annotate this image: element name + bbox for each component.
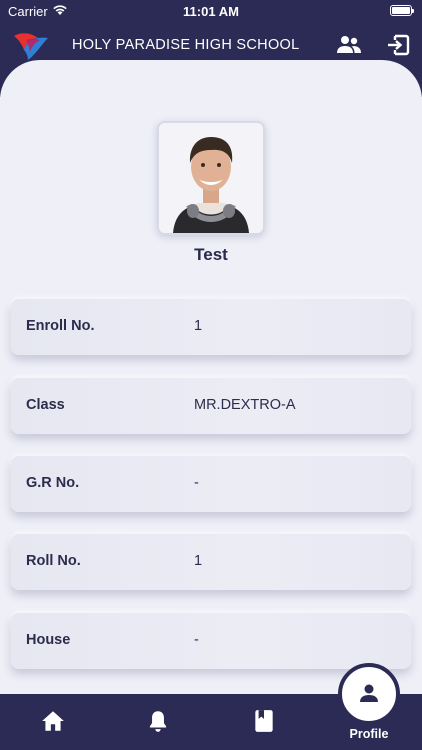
content-top-curve [0, 60, 422, 120]
detail-label: Class [26, 397, 65, 413]
detail-card-roll: Roll No. 1 [11, 534, 411, 590]
detail-value: 1 [194, 318, 203, 334]
school-name: HOLY PARADISE HIGH SCHOOL [72, 37, 300, 53]
nav-notifications-button[interactable] [145, 708, 171, 734]
detail-card-house: House - [11, 613, 411, 669]
detail-card-gr: G.R No. - [11, 456, 411, 512]
bell-icon [149, 711, 167, 732]
profile-icon [360, 684, 378, 702]
logout-icon [388, 34, 410, 56]
nav-profile-button[interactable] [338, 663, 400, 725]
logout-button[interactable] [386, 33, 412, 57]
nav-book-button[interactable] [251, 708, 277, 734]
book-icon [255, 710, 273, 732]
detail-label: Enroll No. [26, 318, 95, 334]
users-button[interactable] [336, 33, 362, 57]
detail-value: - [194, 475, 199, 491]
detail-card-class: Class MR.DEXTRO-A [11, 378, 411, 434]
status-bar: Carrier 11:01 AM [0, 0, 422, 24]
school-logo [14, 33, 48, 60]
detail-card-enroll: Enroll No. 1 [11, 299, 411, 355]
detail-value: MR.DEXTRO-A [194, 397, 296, 413]
detail-label: Roll No. [26, 553, 81, 569]
detail-value: 1 [194, 553, 203, 569]
battery-icon [390, 5, 414, 16]
users-icon [337, 36, 361, 53]
student-photo [157, 121, 265, 235]
detail-value: - [194, 632, 199, 648]
detail-label: House [26, 632, 71, 648]
nav-profile-label[interactable]: Profile [338, 727, 400, 741]
home-icon [42, 711, 64, 731]
student-name: Test [194, 245, 228, 264]
clock: 11:01 AM [183, 4, 239, 19]
nav-home-button[interactable] [40, 708, 66, 734]
detail-label: G.R No. [26, 475, 80, 491]
student-photo-image [159, 123, 263, 233]
